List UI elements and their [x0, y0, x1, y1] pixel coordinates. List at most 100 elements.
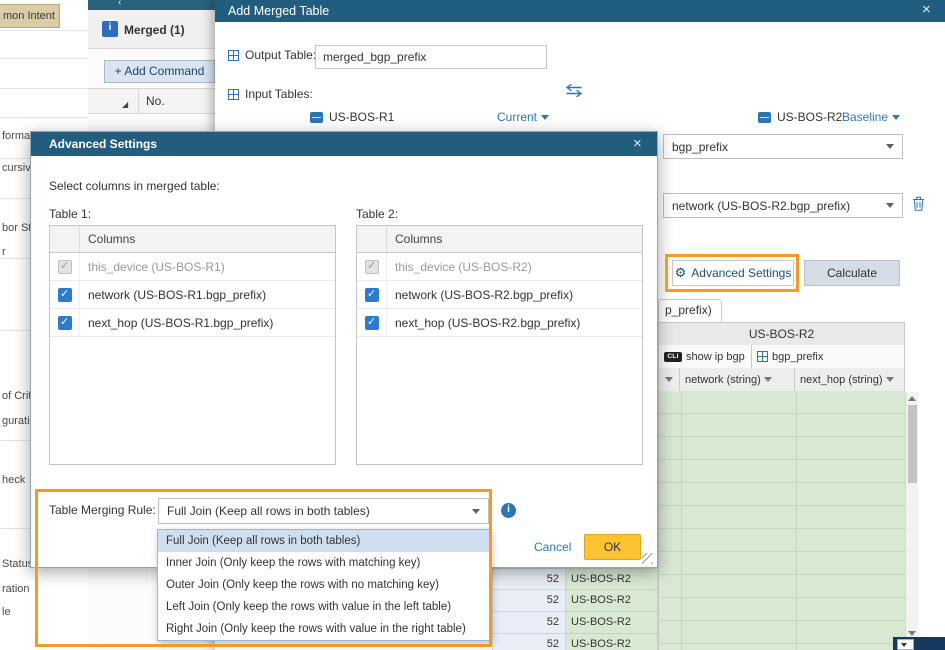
device-1-mode-label: Current: [497, 110, 537, 124]
ok-button[interactable]: OK: [584, 534, 641, 560]
input-tables-row: Input Tables:: [228, 87, 313, 101]
dropdown-option[interactable]: Right Join (Only keep the rows with valu…: [158, 618, 489, 640]
vertical-scrollbar[interactable]: [905, 392, 918, 640]
calculate-button[interactable]: Calculate: [804, 260, 900, 286]
output-table-row: Output Table:: [228, 48, 316, 62]
dropdown-option[interactable]: Outer Join (Only keep the rows with no m…: [158, 574, 489, 596]
scroll-corner-button[interactable]: [897, 639, 914, 650]
column-label: network (US-BOS-R2.bgp_prefix): [387, 288, 642, 302]
column-row: next_hop (US-BOS-R2.bgp_prefix): [357, 309, 642, 337]
column-label: next_hop (US-BOS-R1.bgp_prefix): [80, 316, 335, 330]
columns-header-row: Columns: [50, 226, 335, 253]
table-cell: US-BOS-R2: [566, 590, 658, 612]
columns-header: Columns: [80, 226, 335, 252]
chevron-down-icon: [892, 115, 900, 120]
dialog-title: Advanced Settings: [49, 137, 157, 151]
sidebar-item[interactable]: forma: [2, 130, 30, 142]
app-root: mon Intent forma cursive bor Sta r of Cr…: [0, 0, 945, 650]
scroll-down-icon[interactable]: [908, 631, 916, 636]
info-icon[interactable]: [501, 503, 516, 518]
device-2-mode-dropdown[interactable]: Baseline: [842, 110, 900, 124]
resize-handle[interactable]: [642, 553, 653, 564]
divider: [0, 88, 88, 89]
sort-icon[interactable]: [122, 96, 128, 110]
sidebar-item[interactable]: ration: [2, 583, 30, 595]
checkbox-checked[interactable]: [58, 288, 72, 302]
column-header-label: network (string): [685, 374, 761, 386]
merged-panel-header: Merged (1): [88, 10, 215, 49]
table-row: 52 US-BOS-R2: [492, 568, 658, 590]
column-header-next-hop[interactable]: next_hop (string): [795, 368, 905, 392]
table-cell: US-BOS-R2: [566, 568, 658, 590]
result-tab[interactable]: p_prefix): [658, 299, 722, 322]
cli-command-cell: CLI show ip bgp: [658, 345, 752, 369]
gear-icon: [675, 265, 687, 281]
tab-common-intent[interactable]: mon Intent: [0, 4, 60, 28]
dropdown-option[interactable]: Full Join (Keep all rows in both tables): [158, 530, 489, 552]
chevron-down-icon: [886, 144, 894, 149]
app-corner-footer: [893, 637, 945, 650]
device-2: US-BOS-R2: [758, 110, 842, 124]
checkbox-checked-disabled: [365, 260, 379, 274]
chevron-down-icon: [472, 509, 480, 514]
delete-key-icon[interactable]: [912, 196, 925, 214]
sidebar-item[interactable]: Status: [2, 558, 33, 570]
divider: [138, 89, 139, 113]
dropdown-option[interactable]: Inner Join (Only keep the rows with matc…: [158, 552, 489, 574]
key-column-dropdown[interactable]: network (US-BOS-R2.bgp_prefix): [663, 193, 903, 218]
checkbox-checked[interactable]: [365, 316, 379, 330]
advanced-settings-titlebar: Advanced Settings ×: [31, 132, 657, 156]
output-table-input[interactable]: [315, 45, 547, 69]
table-icon: [228, 89, 239, 100]
device-1-mode-dropdown[interactable]: Current: [497, 110, 549, 124]
device-2-mode-label: Baseline: [842, 110, 888, 124]
divider: [0, 58, 88, 59]
device-1: US-BOS-R1: [310, 110, 394, 124]
result-column-headers: network (string) next_hop (string): [658, 368, 905, 392]
sidebar-item[interactable]: of Crit: [2, 390, 31, 402]
sidebar-item[interactable]: heck: [2, 474, 25, 486]
merging-rule-options-list: Full Join (Keep all rows in both tables)…: [157, 529, 490, 641]
scrollbar-thumb[interactable]: [908, 405, 917, 483]
advanced-settings-label: Advanced Settings: [691, 266, 791, 280]
divider: [681, 391, 682, 650]
checkbox-checked[interactable]: [58, 316, 72, 330]
input-tables-label: Input Tables:: [245, 87, 313, 101]
checkbox-checked[interactable]: [365, 288, 379, 302]
result-source-row: CLI show ip bgp bgp_prefix: [658, 345, 905, 369]
table2-columns-box: Columns this_device (US-BOS-R2) network …: [356, 225, 643, 465]
scroll-up-icon[interactable]: [908, 396, 916, 401]
table-row: 52 US-BOS-R2: [492, 634, 658, 650]
add-command-button[interactable]: + Add Command: [104, 60, 215, 83]
row-filter-dropdown[interactable]: [658, 368, 680, 392]
close-icon[interactable]: ×: [633, 135, 642, 152]
collapse-chevron-icon[interactable]: ‹: [118, 0, 121, 8]
table-row: 52 US-BOS-R2: [492, 612, 658, 634]
chevron-down-icon: [886, 377, 894, 382]
no-column-header: No.: [146, 94, 165, 108]
column-row: this_device (US-BOS-R2): [357, 253, 642, 281]
close-icon[interactable]: ×: [922, 1, 931, 18]
column-label: network (US-BOS-R1.bgp_prefix): [80, 288, 335, 302]
cancel-button[interactable]: Cancel: [534, 540, 571, 554]
column-header-network[interactable]: network (string): [680, 368, 795, 392]
sidebar-item[interactable]: le: [2, 606, 11, 618]
column-label: this_device (US-BOS-R1): [80, 260, 335, 274]
columns-header: Columns: [387, 226, 642, 252]
checkbox-checked-disabled: [58, 260, 72, 274]
divider: [796, 391, 797, 650]
table-select-dropdown[interactable]: bgp_prefix: [663, 134, 903, 159]
dropdown-option[interactable]: Left Join (Only keep the rows with value…: [158, 596, 489, 618]
chevron-down-icon: [886, 203, 894, 208]
chevron-down-icon: [764, 377, 772, 382]
column-header-label: next_hop (string): [800, 374, 883, 386]
device-1-name: US-BOS-R1: [329, 110, 394, 124]
column-row: next_hop (US-BOS-R1.bgp_prefix): [50, 309, 335, 337]
table-name-label: bgp_prefix: [772, 351, 823, 363]
chevron-down-icon: [901, 643, 907, 647]
merging-rule-dropdown[interactable]: Full Join (Keep all rows in both tables): [158, 498, 489, 524]
swap-tables-icon[interactable]: [565, 84, 583, 100]
advanced-settings-button[interactable]: Advanced Settings: [672, 260, 794, 286]
sidebar-item[interactable]: r: [2, 246, 6, 258]
merged-table-header: No.: [88, 88, 215, 114]
